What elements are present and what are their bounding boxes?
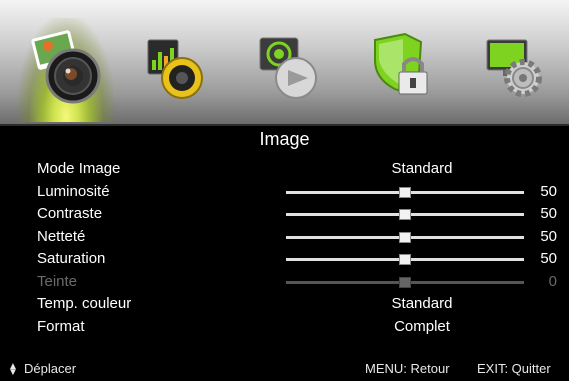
setting-row-tint: Teinte 0	[37, 271, 557, 293]
setting-row-format[interactable]: Format Complet	[37, 316, 557, 338]
help-bar: ▲ ▼ Déplacer MENU: Retour EXIT: Quitter	[0, 356, 569, 381]
brightness-slider-thumb[interactable]	[399, 187, 411, 198]
menu-back-hint: MENU: Retour	[365, 361, 450, 376]
saturation-slider[interactable]	[286, 254, 524, 265]
contrast-label: Contraste	[37, 205, 103, 222]
saturation-slider-thumb[interactable]	[399, 254, 411, 265]
sharpness-label: Netteté	[37, 228, 86, 245]
shield-lock-icon	[374, 32, 428, 95]
saturation-value: 50	[540, 250, 557, 267]
monitor-gear-icon	[486, 39, 542, 97]
contrast-slider-thumb[interactable]	[399, 209, 411, 220]
up-down-arrows-icon: ▲ ▼	[8, 360, 18, 378]
format-label: Format	[37, 318, 85, 335]
setting-row-color-temp[interactable]: Temp. couleur Standard	[37, 293, 557, 315]
setting-row-contrast[interactable]: Contraste 50	[37, 203, 557, 225]
brightness-slider[interactable]	[286, 187, 524, 198]
format-value: Complet	[394, 318, 450, 335]
menu-tab-bar	[0, 0, 569, 126]
menu-title: Image	[259, 129, 310, 149]
tint-slider-thumb	[399, 277, 411, 288]
mode-image-value: Standard	[391, 160, 453, 177]
tab-image[interactable]	[18, 18, 114, 122]
brightness-label: Luminosité	[37, 183, 110, 200]
camera-photo-icon	[31, 30, 101, 104]
setting-row-saturation[interactable]: Saturation 50	[37, 248, 557, 270]
tint-label: Teinte	[37, 273, 78, 290]
saturation-label: Saturation	[37, 250, 106, 267]
color-temp-label: Temp. couleur	[37, 295, 132, 312]
sharpness-slider-thumb[interactable]	[399, 232, 411, 243]
sharpness-value: 50	[540, 228, 557, 245]
contrast-slider[interactable]	[286, 209, 524, 220]
exit-quit-hint: EXIT: Quitter	[477, 361, 551, 376]
tab-sound[interactable]	[130, 18, 226, 122]
move-hint: ▲ ▼ Déplacer	[8, 356, 76, 381]
brightness-value: 50	[540, 183, 557, 200]
tab-settings[interactable]	[467, 18, 563, 122]
speaker-equalizer-icon	[147, 39, 203, 99]
mode-image-label: Mode Image	[37, 160, 121, 177]
setting-row-sharpness[interactable]: Netteté 50	[37, 226, 557, 248]
sharpness-slider[interactable]	[286, 232, 524, 243]
contrast-value: 50	[540, 205, 557, 222]
move-hint-label: Déplacer	[24, 361, 77, 376]
satellite-dish-icon	[259, 37, 317, 99]
tab-lock[interactable]	[355, 18, 451, 122]
tint-value: 0	[548, 273, 557, 290]
tint-slider	[286, 277, 524, 288]
setting-row-brightness[interactable]: Luminosité 50	[37, 181, 557, 203]
setting-row-mode-image[interactable]: Mode Image Standard	[37, 158, 557, 180]
color-temp-value: Standard	[391, 295, 453, 312]
tab-channel[interactable]	[242, 18, 338, 122]
